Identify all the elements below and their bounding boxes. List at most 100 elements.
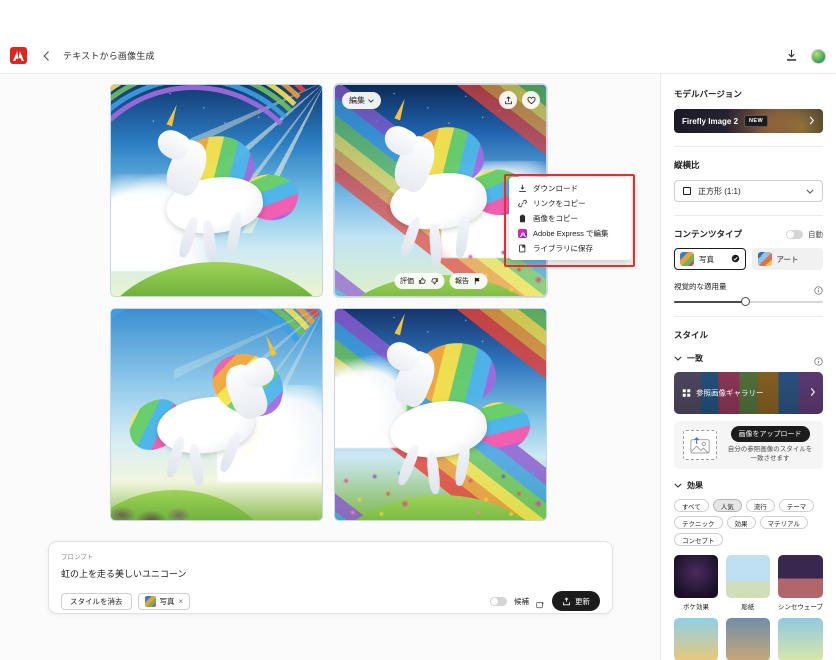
unicorn-figure xyxy=(111,309,322,520)
content-type-header: コンテンツタイプ 自動 xyxy=(674,228,823,240)
content-type-photo-label: 写真 xyxy=(699,254,714,264)
menu-item-copy-image[interactable]: 画像をコピー xyxy=(509,211,632,226)
clear-style-button[interactable]: スタイルを消去 xyxy=(61,592,132,610)
style-match-accordion[interactable]: 一致 xyxy=(674,353,703,364)
chevron-down-icon xyxy=(674,483,682,488)
sparkle-icon xyxy=(536,597,545,608)
style-chip-thumbnail xyxy=(144,595,156,607)
style-match-label: 一致 xyxy=(687,354,703,363)
effects-accordion[interactable]: 効果 xyxy=(674,480,823,491)
suggestions-label: 候補 xyxy=(514,596,529,606)
share-icon[interactable] xyxy=(499,91,517,109)
effect-filter-materials[interactable]: マテリアル xyxy=(759,516,808,529)
divider xyxy=(674,146,823,147)
visual-intensity-slider[interactable] xyxy=(674,297,823,306)
content-type-title: コンテンツタイプ xyxy=(674,229,743,239)
close-icon[interactable]: × xyxy=(179,597,184,606)
menu-item-save-to-library[interactable]: ライブラリに保存 xyxy=(509,241,632,256)
model-version-banner[interactable]: Firefly Image 2 NEW xyxy=(674,109,823,133)
effect-filter-technique[interactable]: テクニック xyxy=(674,516,723,529)
link-icon xyxy=(518,199,527,208)
report-control[interactable]: 報告 xyxy=(449,273,487,289)
content-type-art-label: アート xyxy=(776,254,799,264)
menu-item-label: ライブラリに保存 xyxy=(533,244,593,253)
effect-filter-theme[interactable]: テーマ xyxy=(778,499,815,512)
reference-gallery-card[interactable]: 参照画像ギャラリー xyxy=(674,372,823,414)
new-badge: NEW xyxy=(744,115,769,127)
art-thumbnail xyxy=(757,252,772,266)
heart-icon[interactable] xyxy=(522,91,540,109)
style-chip-photo[interactable]: 写真 × xyxy=(137,592,191,610)
chevron-right-icon xyxy=(810,388,816,399)
photo-thumbnail xyxy=(680,252,694,266)
effect-thumbnail xyxy=(777,555,823,598)
effect-item[interactable]: シンセウェーブ xyxy=(777,555,823,611)
refresh-button[interactable]: 更新 xyxy=(552,591,600,611)
rate-label: 評価 xyxy=(400,278,414,285)
menu-item-label: Adobe Express で編集 xyxy=(533,229,609,238)
unicorn-figure xyxy=(111,85,322,296)
results-grid: 編集 評価 報告 xyxy=(110,84,547,521)
download-tray-icon[interactable] xyxy=(785,49,799,63)
back-chevron-icon[interactable] xyxy=(39,49,53,63)
check-icon xyxy=(731,254,740,265)
effect-thumbnail xyxy=(674,618,718,660)
result-image-3[interactable] xyxy=(110,308,323,521)
upload-image-button[interactable]: 画像をアップロード xyxy=(730,426,810,443)
chevron-right-icon xyxy=(809,116,815,127)
aspect-ratio-title: 縦横比 xyxy=(674,160,700,170)
clipboard-icon xyxy=(518,214,527,223)
edit-button-label: 編集 xyxy=(349,96,365,105)
effect-filter-trending[interactable]: 流行 xyxy=(745,499,775,512)
effect-item[interactable]: ボケ効果 xyxy=(674,555,718,611)
model-version-title: モデルバージョン xyxy=(674,89,742,99)
suggestions-toggle[interactable] xyxy=(490,596,507,606)
prompt-controls: スタイルを消去 写真 × 候補 更新 xyxy=(61,591,600,611)
content-type-art[interactable]: アート xyxy=(751,248,823,270)
chevron-down-icon xyxy=(806,187,814,196)
effect-filter-effects[interactable]: 効果 xyxy=(726,516,756,529)
unicorn-figure xyxy=(335,309,546,520)
prompt-right-controls: 候補 更新 xyxy=(490,591,600,611)
result-image-4[interactable] xyxy=(334,308,547,521)
menu-item-label: リンクをコピー xyxy=(533,199,586,208)
prompt-input[interactable]: 虹の上を走る美しいユニコーン xyxy=(61,567,600,580)
image-upload-icon[interactable] xyxy=(683,430,717,460)
square-icon xyxy=(683,187,691,195)
effect-item[interactable] xyxy=(777,618,823,660)
edit-dropdown-button[interactable]: 編集 xyxy=(342,92,381,109)
style-match-header: 一致 xyxy=(674,350,823,366)
effect-thumbnail xyxy=(777,618,823,660)
aspect-ratio-select[interactable]: 正方形 (1:1) xyxy=(674,180,823,202)
result-image-1[interactable] xyxy=(110,84,323,297)
effect-item[interactable] xyxy=(674,618,718,660)
effect-filter-concepts[interactable]: コンセプト xyxy=(674,533,723,546)
menu-item-download[interactable]: ダウンロード xyxy=(509,181,632,196)
image-context-menu: ダウンロード リンクをコピー 画像をコピー Adobe Express で編集 … xyxy=(509,177,632,260)
content-type-auto-label: 自動 xyxy=(808,229,823,239)
library-save-icon xyxy=(518,244,527,253)
image-feedback: 評価 報告 xyxy=(394,273,487,289)
content-type-auto-toggle[interactable] xyxy=(786,229,803,239)
firefly-text-to-image-app: テキストから画像生成 編集 評価 報告 ダウンロード リンクをコピー 画像をコピ… xyxy=(0,0,836,660)
effect-thumbnail xyxy=(725,618,770,660)
rate-control[interactable]: 評価 xyxy=(394,273,444,289)
effect-filter-popular[interactable]: 人気 xyxy=(712,499,742,512)
divider xyxy=(674,215,823,216)
effect-filter-all[interactable]: すべて xyxy=(674,499,709,512)
menu-item-copy-link[interactable]: リンクをコピー xyxy=(509,196,632,211)
effect-thumbnail xyxy=(674,555,718,598)
menu-item-label: ダウンロード xyxy=(533,184,578,193)
effect-item[interactable]: 彫紙 xyxy=(725,555,770,611)
content-type-photo[interactable]: 写真 xyxy=(674,248,746,270)
info-icon[interactable] xyxy=(814,353,823,366)
info-icon[interactable] xyxy=(814,282,823,295)
effect-thumbnail xyxy=(725,555,770,598)
menu-item-edit-in-express[interactable]: Adobe Express で編集 xyxy=(509,226,632,241)
refresh-button-label: 更新 xyxy=(575,596,590,606)
effect-item[interactable] xyxy=(725,618,770,660)
settings-sidebar: モデルバージョン Firefly Image 2 NEW 縦横比 正方形 (1:… xyxy=(660,74,836,660)
report-label: 報告 xyxy=(455,278,469,285)
prompt-label: プロンプト xyxy=(61,554,94,561)
avatar[interactable] xyxy=(811,48,826,64)
